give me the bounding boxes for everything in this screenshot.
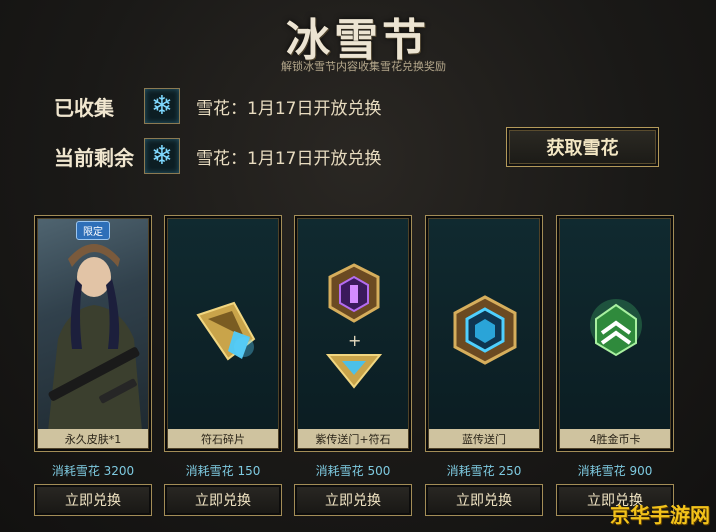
remaining-value: 雪花：1月17日开放兑换 [196, 148, 382, 169]
card-cost: 消耗雪花 150 [185, 464, 261, 478]
card-cost: 消耗雪花 3200 [51, 464, 135, 478]
redeem-button[interactable]: 立即兑换 [34, 484, 152, 516]
redeem-button[interactable]: 立即兑换 [164, 484, 282, 516]
card-name: 永久皮肤*1 [38, 429, 148, 448]
redeem-button[interactable]: 立即兑换 [425, 484, 543, 516]
reward-card-purple-portal[interactable]: + 紫传送门+符石 [294, 215, 412, 452]
blue-portal-icon [453, 295, 517, 365]
card-name: 符石碎片 [168, 429, 278, 448]
gold-card-icon [590, 299, 642, 357]
snowflake-icon: ❄ [144, 138, 180, 174]
plus-sign: + [348, 331, 362, 350]
redeem-button[interactable]: 立即兑换 [294, 484, 412, 516]
card-name: 蓝传送门 [429, 429, 539, 448]
get-snowflake-button[interactable]: 获取雪花 [506, 127, 659, 167]
reward-card-blue-portal[interactable]: 蓝传送门 [425, 215, 543, 452]
collected-label: 已收集 [54, 95, 114, 120]
card-name: 4胜金币卡 [560, 429, 670, 448]
remaining-label: 当前剩余 [54, 145, 134, 170]
card-cost: 消耗雪花 500 [315, 464, 391, 478]
collected-value: 雪花：1月17日开放兑换 [196, 98, 382, 119]
snowflake-icon: ❄ [144, 88, 180, 124]
rune-shard-icon [196, 301, 256, 361]
reward-card-rune-shard[interactable]: 符石碎片 [164, 215, 282, 452]
limited-badge: 限定 [76, 221, 110, 240]
collected-row: 已收集 ❄ 雪花：1月17日开放兑换 [54, 88, 381, 124]
remaining-row: 当前剩余 ❄ 雪花：1月17日开放兑换 [54, 138, 381, 174]
purple-portal-icon [325, 263, 383, 389]
watermark-logo: 京华手游网 [610, 503, 710, 527]
card-cost: 消耗雪花 900 [577, 464, 653, 478]
card-cost: 消耗雪花 250 [446, 464, 522, 478]
reward-card-skin[interactable]: 限定 永久皮肤*1 [34, 215, 152, 452]
page-subtitle: 解锁冰雪节内容收集雪花兑换奖励 [281, 60, 446, 73]
skin-portrait: 限定 [38, 219, 148, 429]
reward-card-gold-card[interactable]: 4胜金币卡 [556, 215, 674, 452]
card-name: 紫传送门+符石 [298, 429, 408, 448]
